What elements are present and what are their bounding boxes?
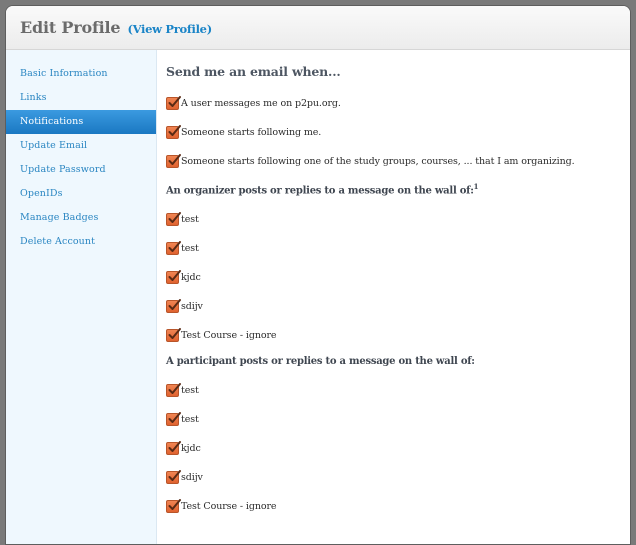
sidebar-item-manage-badges[interactable]: Manage Badges xyxy=(6,206,156,230)
checkmark-icon xyxy=(168,412,181,424)
sidebar-item-basic-information[interactable]: Basic Information xyxy=(6,62,156,86)
sidebar-nav: Basic Information Links Notifications Up… xyxy=(6,50,157,544)
checkbox-option[interactable]: A user messages me on p2pu.org. xyxy=(166,89,630,118)
sidebar-item-openids[interactable]: OpenIDs xyxy=(6,182,156,206)
checkmark-icon xyxy=(168,96,181,107)
checkbox[interactable] xyxy=(166,299,181,314)
checkmark-icon xyxy=(168,499,181,511)
organizer-options: test test kjdc sdijv Test Course - ignor xyxy=(166,205,630,350)
checkbox[interactable] xyxy=(166,96,181,110)
checkmark-icon xyxy=(168,270,181,282)
participant-options: test test kjdc sdijv Test Course - ignor xyxy=(166,376,630,521)
checkbox-option[interactable]: Someone starts following one of the stud… xyxy=(166,147,630,176)
organizer-title-text: An organizer posts or replies to a messa… xyxy=(166,185,474,197)
notifications-panel: Send me an email when... A user messages… xyxy=(158,50,630,544)
checkbox-option[interactable]: test xyxy=(166,376,630,405)
checkmark-icon xyxy=(168,154,181,165)
participant-section-title: A participant posts or replies to a mess… xyxy=(166,356,475,368)
checkbox-option[interactable]: sdijv xyxy=(166,292,630,321)
sidebar-item-update-email[interactable]: Update Email xyxy=(6,134,156,158)
checkbox[interactable] xyxy=(166,441,181,456)
checkbox-label: test xyxy=(181,385,199,397)
checkbox-label: Test Course - ignore xyxy=(181,501,277,513)
page-title: Edit Profile xyxy=(20,18,121,37)
checkbox-label: kjdc xyxy=(181,443,201,455)
checkbox-option[interactable]: kjdc xyxy=(166,263,630,292)
page-header: Edit Profile (View Profile) xyxy=(6,6,630,50)
checkmark-icon xyxy=(168,383,181,395)
checkbox[interactable] xyxy=(166,412,181,427)
checkmark-icon xyxy=(168,125,181,136)
sidebar-item-update-password[interactable]: Update Password xyxy=(6,158,156,182)
checkmark-icon xyxy=(168,441,181,453)
checkbox-label: Someone starts following me. xyxy=(181,127,322,138)
checkbox-label: test xyxy=(181,214,199,226)
checkbox-label: Someone starts following one of the stud… xyxy=(181,156,575,167)
checkmark-icon xyxy=(168,470,181,482)
checkbox[interactable] xyxy=(166,383,181,398)
checkbox-option[interactable]: Test Course - ignore xyxy=(166,492,630,521)
checkbox-label: sdijv xyxy=(181,472,203,484)
checkbox[interactable] xyxy=(166,270,181,285)
checkbox-label: kjdc xyxy=(181,272,201,284)
checkbox-option[interactable]: test xyxy=(166,405,630,434)
checkbox-option[interactable]: sdijv xyxy=(166,463,630,492)
general-options: A user messages me on p2pu.org. Someone … xyxy=(166,89,630,176)
section-title: Send me an email when... xyxy=(166,64,341,79)
checkbox[interactable] xyxy=(166,499,181,514)
checkbox-option[interactable]: test xyxy=(166,205,630,234)
checkbox-label: test xyxy=(181,243,199,255)
checkbox-label: sdijv xyxy=(181,301,203,313)
checkmark-icon xyxy=(168,328,181,340)
organizer-section-title: An organizer posts or replies to a messa… xyxy=(166,182,630,196)
checkmark-icon xyxy=(168,212,181,224)
edit-profile-window: Edit Profile (View Profile) Basic Inform… xyxy=(5,5,631,545)
checkbox-option[interactable]: kjdc xyxy=(166,434,630,463)
checkbox-option[interactable]: test xyxy=(166,234,630,263)
checkbox-label: test xyxy=(181,414,199,426)
sidebar-item-notifications[interactable]: Notifications xyxy=(6,110,156,134)
checkbox-option[interactable]: Test Course - ignore xyxy=(166,321,630,350)
checkbox[interactable] xyxy=(166,241,181,256)
checkbox-label: Test Course - ignore xyxy=(181,330,277,342)
checkbox[interactable] xyxy=(166,212,181,227)
view-profile-link[interactable]: (View Profile) xyxy=(127,22,212,36)
sidebar-item-delete-account[interactable]: Delete Account xyxy=(6,230,156,254)
checkbox[interactable] xyxy=(166,154,181,168)
checkmark-icon xyxy=(168,241,181,253)
checkbox-option[interactable]: Someone starts following me. xyxy=(166,118,630,147)
checkbox[interactable] xyxy=(166,470,181,485)
checkmark-icon xyxy=(168,299,181,311)
checkbox[interactable] xyxy=(166,125,181,139)
checkbox[interactable] xyxy=(166,328,181,343)
sidebar-item-links[interactable]: Links xyxy=(6,86,156,110)
footnote-marker: 1 xyxy=(473,182,479,191)
checkbox-label: A user messages me on p2pu.org. xyxy=(181,98,341,109)
